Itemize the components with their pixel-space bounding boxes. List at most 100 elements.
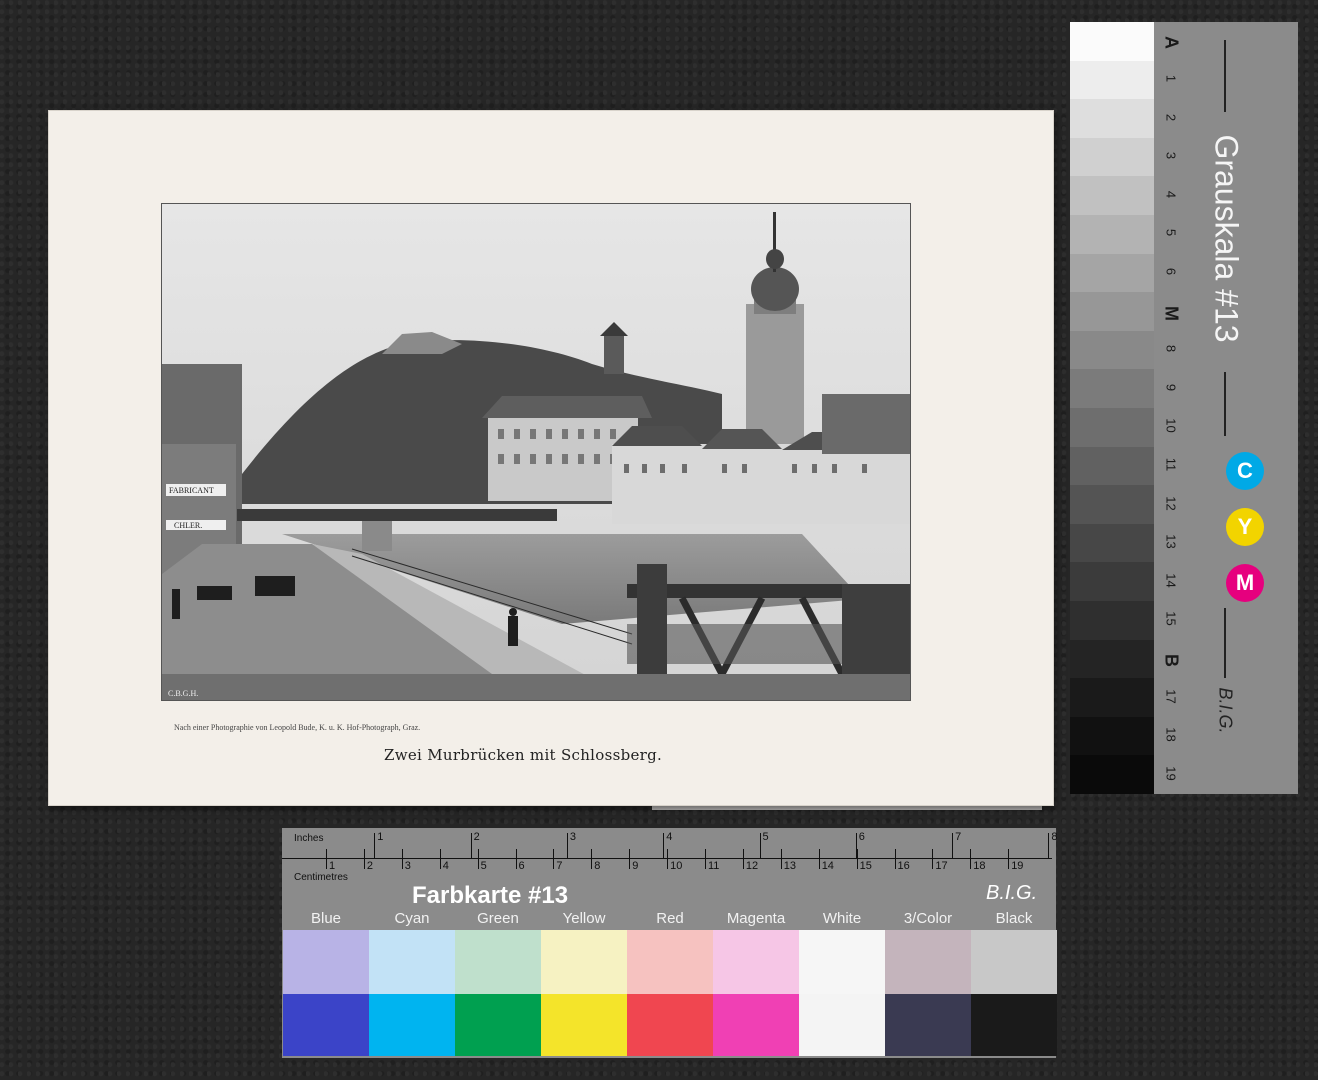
gray-step <box>1070 755 1154 794</box>
gray-step <box>1070 485 1154 524</box>
gray-step <box>1070 600 1154 640</box>
inch-tick <box>1048 833 1050 858</box>
cm-number: 6 <box>518 860 525 872</box>
swatch-dark <box>627 994 713 1056</box>
cm-number: 15 <box>859 860 872 872</box>
cm-number: 4 <box>442 860 449 872</box>
swatch-label: Green <box>477 910 519 927</box>
grayscale-brand-text: B.I.G. <box>1215 687 1236 734</box>
yellow-dot: Y <box>1226 508 1264 546</box>
cm-tick <box>932 849 934 869</box>
engraver-signature: C.B.G.H. <box>168 689 198 698</box>
grayscale-rule-bottom <box>1224 608 1226 678</box>
swatch-light <box>541 930 627 994</box>
cm-number: 14 <box>821 860 834 872</box>
photo-credit: Nach einer Photographie von Leopold Bude… <box>174 723 421 732</box>
grayscale-title: Grauskala #13 <box>1196 120 1256 360</box>
gray-step-label: 14 <box>1163 572 1179 588</box>
cm-number: 7 <box>556 860 563 872</box>
print-sheet: FABRICANT CHLER. C.B.G.H. Nach einer Pho… <box>48 110 1054 806</box>
gray-step-label: 15 <box>1163 611 1179 627</box>
inch-number: 4 <box>666 831 673 843</box>
swatch-label: Red <box>656 910 684 927</box>
gray-step <box>1070 716 1154 756</box>
grayscale-labels: A 1 2 3 4 5 6 M 8 9 10 11 12 13 14 15 B 17 18 19 <box>1154 22 1188 794</box>
gray-step <box>1070 22 1154 61</box>
cm-number: 10 <box>670 860 683 872</box>
gray-step-label: M <box>1161 305 1182 321</box>
inch-tick <box>374 833 376 858</box>
swatch-light <box>283 930 369 994</box>
gray-step-label: B <box>1161 653 1182 667</box>
gray-step <box>1070 407 1154 447</box>
gray-step <box>1070 330 1154 370</box>
cm-number: 16 <box>897 860 910 872</box>
inch-tick <box>663 833 665 858</box>
cm-number: 12 <box>745 860 759 872</box>
gray-step <box>1070 60 1154 100</box>
gray-step <box>1070 369 1154 408</box>
inch-number: 8 <box>1051 831 1058 843</box>
gray-step-label: 6 <box>1163 267 1179 275</box>
cm-tick <box>742 849 744 869</box>
swatch-light <box>713 930 799 994</box>
centimetres-label: Centimetres <box>294 872 348 883</box>
grayscale-rule-mid <box>1224 372 1226 436</box>
inch-number: 5 <box>762 831 769 843</box>
gray-step-label: 8 <box>1163 344 1179 353</box>
swatch-light <box>971 930 1057 994</box>
gray-step <box>1070 253 1154 293</box>
swatch-label: Yellow <box>562 910 606 927</box>
gray-step <box>1070 678 1154 717</box>
cm-tick <box>477 849 479 869</box>
gray-step-label: 12 <box>1163 495 1179 511</box>
cyan-dot: C <box>1226 452 1264 490</box>
gray-step <box>1070 292 1154 331</box>
gray-step-label: 5 <box>1163 229 1179 237</box>
photo-caption: Zwei Murbrücken mit Schlossberg. <box>384 746 663 764</box>
cm-number: 1 <box>329 860 336 872</box>
gray-step <box>1070 176 1154 215</box>
cm-tick <box>363 849 365 869</box>
cm-number: 13 <box>783 860 797 872</box>
gray-step-label: A <box>1161 36 1182 50</box>
magenta-dot: M <box>1226 564 1264 602</box>
gray-step <box>1070 137 1154 177</box>
gray-step-label: 4 <box>1163 190 1179 198</box>
inch-tick <box>952 833 954 858</box>
cm-number: 5 <box>480 860 487 872</box>
gray-step-label: 9 <box>1163 383 1179 391</box>
swatch-label: White <box>822 910 862 927</box>
gray-step-label: 17 <box>1163 688 1179 704</box>
swatch-dark <box>283 994 369 1056</box>
swatch-dark <box>799 994 885 1056</box>
swatch-label: Blue <box>310 910 342 927</box>
cm-tick <box>629 849 631 869</box>
swatch-light <box>455 930 541 994</box>
gray-step-label: 1 <box>1163 74 1179 82</box>
cm-tick <box>856 849 858 869</box>
gray-step-label: 19 <box>1163 765 1179 781</box>
gray-step-label: 18 <box>1163 727 1179 742</box>
gray-step <box>1070 214 1154 254</box>
color-card-title: Farbkarte #13 <box>412 882 569 909</box>
gray-step <box>1070 523 1154 563</box>
cm-tick <box>780 849 782 869</box>
swatch-dark <box>455 994 541 1056</box>
inch-number: 3 <box>569 831 577 843</box>
swatch-label: Black <box>995 910 1033 927</box>
cm-tick <box>667 849 669 869</box>
inch-number: 7 <box>955 831 962 843</box>
gray-step <box>1070 446 1154 486</box>
swatch-label: Cyan <box>394 910 430 927</box>
inches-label: Inches <box>294 833 324 844</box>
swatch-light <box>627 930 713 994</box>
gray-step-label: 10 <box>1163 418 1179 434</box>
cm-number: 18 <box>973 860 986 872</box>
swatch-light <box>369 930 455 994</box>
cm-number: 8 <box>594 860 601 872</box>
swatch-dark <box>885 994 971 1056</box>
inch-tick <box>470 833 472 858</box>
cm-number: 3 <box>404 860 411 872</box>
photo-scene: FABRICANT CHLER. C.B.G.H. <box>162 204 910 700</box>
